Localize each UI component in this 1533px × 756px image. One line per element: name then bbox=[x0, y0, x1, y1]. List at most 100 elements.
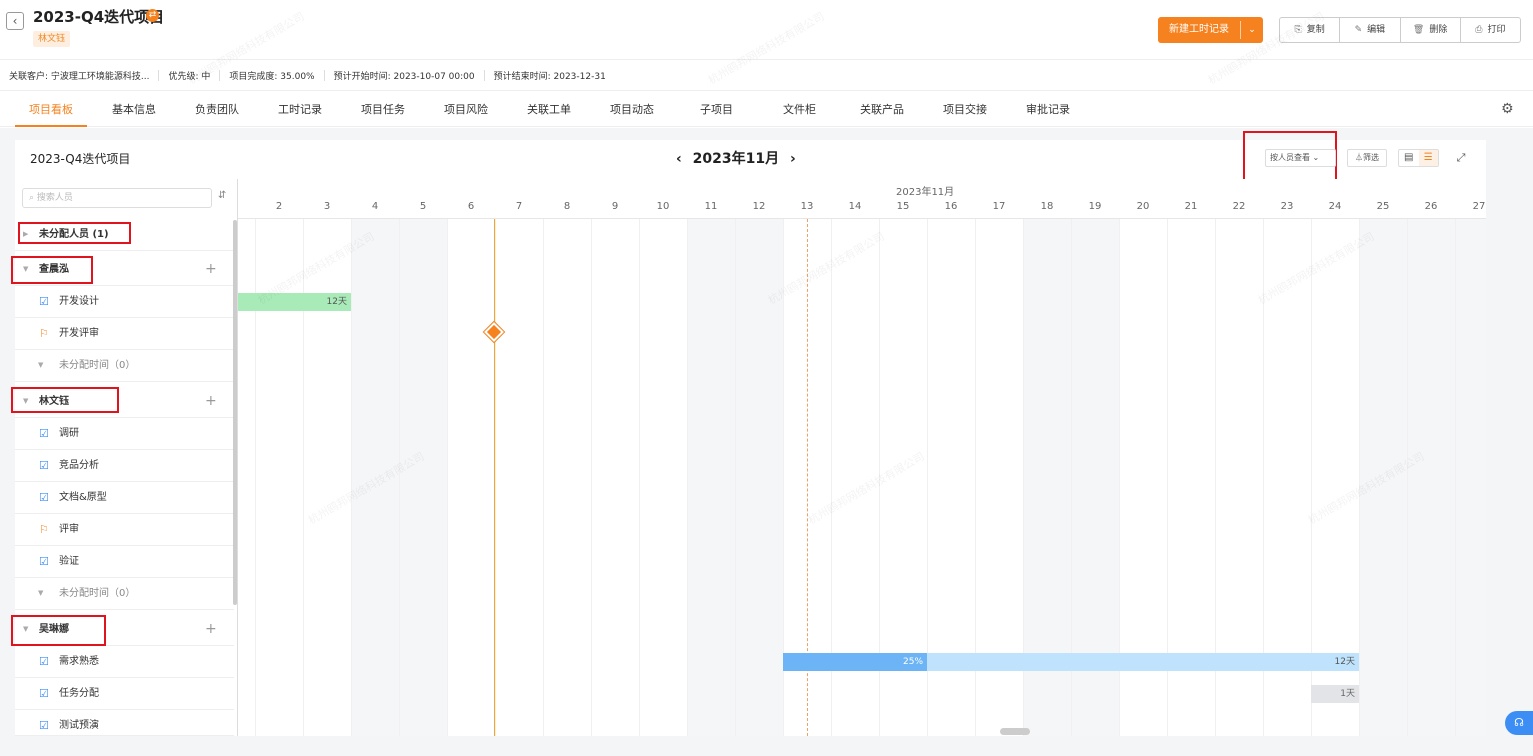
view-mode-label: 按人员查看 bbox=[1270, 153, 1310, 162]
day-number: 3 bbox=[323, 201, 331, 212]
tab-approvals[interactable]: 审批记录 bbox=[1026, 93, 1070, 127]
add-icon[interactable]: + bbox=[205, 386, 217, 417]
caret-down-icon[interactable]: ▼ bbox=[38, 578, 43, 609]
info-completion: 项目完成度: 35.00% bbox=[229, 72, 315, 82]
divider bbox=[158, 70, 160, 81]
info-start: 预计开始时间: 2023-10-07 00:00 bbox=[333, 72, 475, 82]
chevron-right-icon[interactable]: › bbox=[790, 151, 796, 167]
task-row[interactable]: ☑ 验证 bbox=[15, 546, 234, 578]
left-scrollbar[interactable] bbox=[233, 220, 237, 605]
task-label: 文档&原型 bbox=[59, 492, 107, 503]
search-input[interactable]: ⌕ 搜索人员 bbox=[22, 188, 212, 208]
info-customer[interactable]: 关联客户: 宁波理工环境能源科技... bbox=[9, 69, 149, 82]
collapse-icon[interactable]: ⇵ bbox=[218, 190, 226, 201]
bottom-bar bbox=[0, 738, 1533, 756]
search-icon: ⌕ bbox=[29, 193, 35, 203]
task-row[interactable]: ☑ 调研 bbox=[15, 418, 234, 450]
panel-divider bbox=[237, 179, 238, 736]
add-icon[interactable]: + bbox=[205, 614, 217, 645]
task-label: 任务分配 bbox=[59, 688, 99, 699]
fullscreen-icon[interactable]: ⤢ bbox=[1452, 149, 1470, 167]
task-row[interactable]: ☑ 竞品分析 bbox=[15, 450, 234, 482]
milestone-flag-icon: ⚐ bbox=[39, 327, 49, 340]
tab-basic-info[interactable]: 基本信息 bbox=[112, 93, 156, 127]
tab-activity[interactable]: 项目动态 bbox=[610, 93, 654, 127]
project-info-bar: 关联客户: 宁波理工环境能源科技... 优先级: 中 项目完成度: 35.00%… bbox=[0, 61, 1533, 91]
task-icon: ☑ bbox=[39, 555, 49, 568]
day-gridline bbox=[543, 219, 544, 736]
view-mode-select[interactable]: 按人员查看 ⌄ bbox=[1265, 149, 1336, 167]
gantt-bar[interactable]: 12天 bbox=[238, 293, 351, 311]
tab-handover[interactable]: 项目交接 bbox=[943, 93, 987, 127]
tab-board[interactable]: 项目看板 bbox=[15, 93, 87, 127]
day-gridline bbox=[351, 219, 352, 736]
task-label: 验证 bbox=[59, 556, 79, 567]
task-row[interactable]: ☑ 测试预演 bbox=[15, 710, 234, 736]
action-group: ⎘ 复制 ✎ 编辑 🗑 删除 ⎙ 打印 bbox=[1279, 17, 1521, 43]
gantt-bar[interactable]: 1天 bbox=[1311, 685, 1359, 703]
tab-team[interactable]: 负责团队 bbox=[195, 93, 239, 127]
day-number: 6 bbox=[467, 201, 475, 212]
unassigned-time-row[interactable]: ▼ 未分配时间（0） bbox=[15, 350, 234, 382]
chevron-left-icon[interactable]: ‹ bbox=[676, 151, 682, 167]
month-nav: ‹ 2023年11月 › bbox=[676, 148, 796, 168]
view-toggle: ▤ ☰ bbox=[1398, 149, 1439, 167]
tab-tickets[interactable]: 关联工单 bbox=[527, 93, 571, 127]
transfer-icon[interactable]: ⇄ bbox=[146, 9, 159, 22]
unassigned-time-row[interactable]: ▼ 未分配时间（0） bbox=[15, 578, 234, 610]
task-row[interactable]: ☑ 文档&原型 bbox=[15, 482, 234, 514]
list-view-icon[interactable]: ▤ bbox=[1399, 150, 1419, 166]
day-number: 9 bbox=[611, 201, 619, 212]
gear-icon[interactable]: ⚙ bbox=[1501, 101, 1514, 117]
copy-icon: ⎘ bbox=[1294, 25, 1302, 35]
headset-icon[interactable]: ☊ bbox=[1505, 711, 1533, 735]
task-icon: ☑ bbox=[39, 687, 49, 700]
delete-button[interactable]: 🗑 删除 bbox=[1401, 18, 1461, 42]
chevron-down-icon[interactable]: ⌄ bbox=[1241, 17, 1263, 43]
new-timelog-label[interactable]: 新建工时记录 bbox=[1158, 17, 1240, 43]
task-row[interactable]: ☑ 开发设计 bbox=[15, 286, 234, 318]
task-label: 调研 bbox=[59, 428, 79, 439]
delete-label: 删除 bbox=[1429, 25, 1448, 35]
filter-label: 筛选 bbox=[1363, 153, 1379, 162]
add-icon[interactable]: + bbox=[205, 254, 217, 285]
tab-risks[interactable]: 项目风险 bbox=[444, 93, 488, 127]
tab-files[interactable]: 文件柜 bbox=[783, 93, 816, 127]
tab-tasks[interactable]: 项目任务 bbox=[361, 93, 405, 127]
gantt-bar[interactable]: 25% 12天 bbox=[783, 653, 1359, 671]
info-priority: 优先级: 中 bbox=[168, 72, 211, 82]
edit-icon: ✎ bbox=[1354, 25, 1363, 35]
search-placeholder: 搜索人员 bbox=[36, 193, 73, 203]
task-label: 评审 bbox=[59, 524, 79, 535]
task-row[interactable]: ☑ 任务分配 bbox=[15, 678, 234, 710]
task-row[interactable]: ⚐ 开发评审 bbox=[15, 318, 234, 350]
info-end: 预计结束时间: 2023-12-31 bbox=[493, 72, 606, 82]
task-icon: ☑ bbox=[39, 295, 49, 308]
tab-subprojects[interactable]: 子项目 bbox=[700, 93, 733, 127]
day-number: 10 bbox=[656, 201, 670, 212]
divider bbox=[219, 70, 221, 81]
day-number: 7 bbox=[515, 201, 523, 212]
gantt-view-icon[interactable]: ☰ bbox=[1418, 150, 1438, 166]
caret-down-icon[interactable]: ▼ bbox=[38, 350, 43, 381]
task-label: 需求熟悉 bbox=[59, 656, 99, 667]
task-label: 开发设计 bbox=[59, 296, 99, 307]
timeline-header bbox=[238, 179, 1486, 219]
new-timelog-button[interactable]: 新建工时记录 ⌄ bbox=[1158, 17, 1263, 43]
tab-products[interactable]: 关联产品 bbox=[860, 93, 904, 127]
horizontal-scrollbar[interactable] bbox=[1000, 728, 1030, 735]
day-gridline bbox=[591, 219, 592, 736]
back-icon[interactable]: ‹ bbox=[6, 12, 24, 30]
filter-button[interactable]: ⏃筛选 bbox=[1347, 149, 1387, 167]
print-button[interactable]: ⎙ 打印 bbox=[1461, 18, 1520, 42]
day-number: 16 bbox=[944, 201, 958, 212]
copy-button[interactable]: ⎘ 复制 bbox=[1280, 18, 1341, 42]
task-row[interactable]: ☑ 需求熟悉 bbox=[15, 646, 234, 678]
day-number: 18 bbox=[1040, 201, 1054, 212]
edit-button[interactable]: ✎ 编辑 bbox=[1340, 18, 1401, 42]
today-line bbox=[494, 219, 495, 736]
page-title: 2023-Q4迭代项目 bbox=[33, 8, 165, 26]
task-row[interactable]: ⚐ 评审 bbox=[15, 514, 234, 546]
chevron-down-icon: ⌄ bbox=[1312, 153, 1320, 162]
tab-timelog[interactable]: 工时记录 bbox=[278, 93, 322, 127]
